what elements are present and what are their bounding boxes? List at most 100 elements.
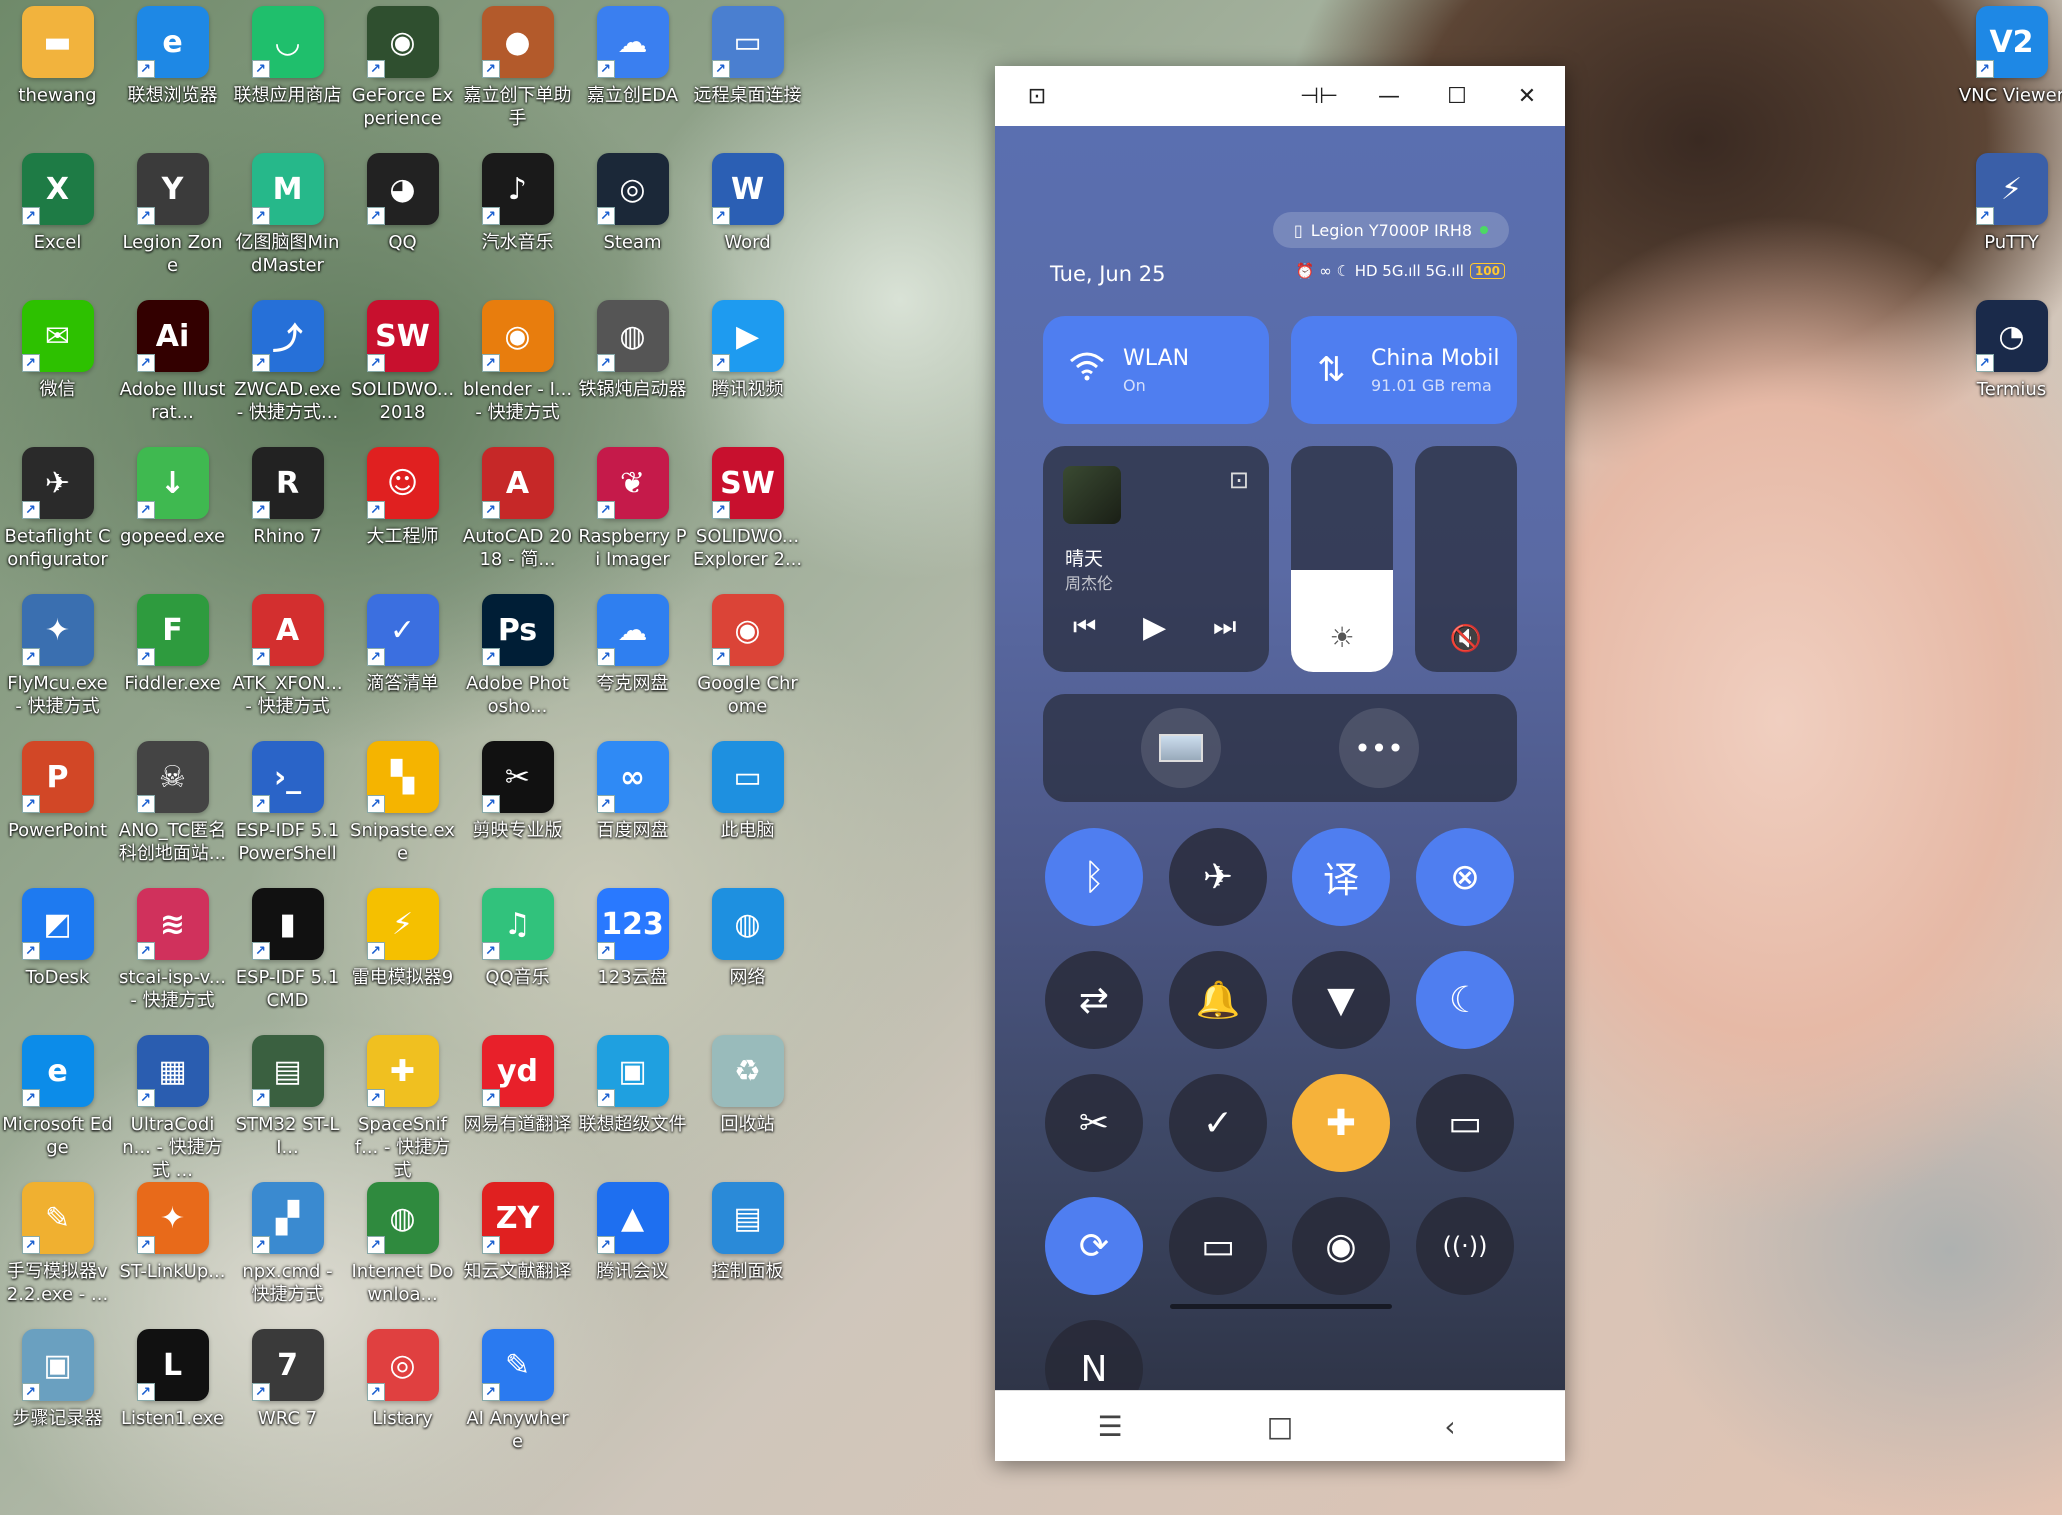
dark-mode-toggle[interactable]: ☾ bbox=[1416, 951, 1514, 1049]
screen-record-toggle[interactable]: ▭ bbox=[1416, 1074, 1514, 1172]
desktop-icon[interactable]: ⚡ ↗ 雷电模拟器9 bbox=[345, 882, 460, 1029]
desktop-icon[interactable]: ✚ ↗ SpaceSniff... - 快捷方式 bbox=[345, 1029, 460, 1181]
desktop-icon[interactable]: ▭ ↗ 远程桌面连接 bbox=[690, 0, 805, 147]
desktop-icon[interactable]: Y ↗ Legion Zone bbox=[115, 147, 230, 294]
desktop-icon[interactable]: ›_ ↗ ESP-IDF 5.1 PowerShell bbox=[230, 735, 345, 882]
desktop-icon[interactable]: ◍ 网络 bbox=[690, 882, 805, 1029]
volume-slider[interactable]: 🔇 bbox=[1415, 446, 1517, 672]
desktop-icon[interactable]: M ↗ 亿图脑图MindMaster bbox=[230, 147, 345, 294]
desktop-icon[interactable]: Ai ↗ Adobe Illustrat... bbox=[115, 294, 230, 441]
desktop-icon[interactable]: ✎ ↗ 手写模拟器v2.2.exe - ... bbox=[0, 1176, 115, 1323]
desktop-icon[interactable]: ▚ ↗ Snipaste.exe bbox=[345, 735, 460, 882]
desktop-icon[interactable]: ⤴ ↗ ZWCAD.exe - 快捷方式... bbox=[230, 294, 345, 441]
desktop-icon[interactable]: ♫ ↗ QQ音乐 bbox=[460, 882, 575, 1029]
desktop-icon[interactable]: ♻ 回收站 bbox=[690, 1029, 805, 1176]
desktop-icon[interactable]: ◉ ↗ GeForce Experience bbox=[345, 0, 460, 147]
desktop-icon[interactable]: ▮ ↗ ESP-IDF 5.1 CMD bbox=[230, 882, 345, 1029]
desktop-icon[interactable]: ☁ ↗ 嘉立创EDA bbox=[575, 0, 690, 147]
brightness-slider[interactable]: ☀ bbox=[1291, 446, 1393, 672]
desktop-icon[interactable]: V2 ↗ VNC Viewer bbox=[1954, 0, 2062, 147]
desktop-icon[interactable]: ▤ 控制面板 bbox=[690, 1176, 805, 1323]
desktop-icon[interactable]: 123 ↗ 123云盘 bbox=[575, 882, 690, 1029]
hotspot-toggle[interactable]: ((·)) bbox=[1416, 1197, 1514, 1295]
desktop-icon[interactable]: ▬ thewang bbox=[0, 0, 115, 147]
desktop-icon[interactable]: ☠ ↗ ANO_TC匿名科创地面站... bbox=[115, 735, 230, 882]
desktop-icon[interactable]: ∞ ↗ 百度网盘 bbox=[575, 735, 690, 882]
desktop-icon[interactable]: ◎ ↗ Listary bbox=[345, 1323, 460, 1470]
desktop-icon[interactable]: ✓ ↗ 滴答清单 bbox=[345, 588, 460, 735]
back-button[interactable]: ‹ bbox=[1420, 1405, 1480, 1447]
desktop-icon[interactable]: ◉ ↗ blender - I... - 快捷方式 bbox=[460, 294, 575, 441]
link-toggle[interactable]: ⊗ bbox=[1416, 828, 1514, 926]
desktop-icon[interactable]: X ↗ Excel bbox=[0, 147, 115, 294]
desktop-icon[interactable]: ☺ ↗ 大工程师 bbox=[345, 441, 460, 588]
desktop-icon[interactable]: A ↗ ATK_XFON... - 快捷方式 bbox=[230, 588, 345, 735]
desktop-icon[interactable]: ◎ ↗ Steam bbox=[575, 147, 690, 294]
desktop-icon[interactable]: Ps ↗ Adobe Photosho... bbox=[460, 588, 575, 735]
desktop-icon[interactable]: F ↗ Fiddler.exe bbox=[115, 588, 230, 735]
home-button[interactable]: □ bbox=[1250, 1405, 1310, 1447]
desktop-icon[interactable]: ▣ ↗ 步骤记录器 bbox=[0, 1323, 115, 1470]
desktop-icon[interactable]: ● ↗ 嘉立创下单助手 bbox=[460, 0, 575, 147]
menu-icon[interactable]: ☰ bbox=[1080, 1405, 1140, 1447]
desktop-icon[interactable]: ✈ ↗ Betaflight Configurator bbox=[0, 441, 115, 588]
desktop-icon[interactable]: ◉ ↗ Google Chrome bbox=[690, 588, 805, 735]
nfc-toggle[interactable]: N bbox=[1045, 1320, 1143, 1391]
cast-toggle[interactable]: ▭ bbox=[1169, 1197, 1267, 1295]
desktop-icon[interactable]: ⚡ ↗ PuTTY bbox=[1954, 147, 2062, 294]
desktop-icon[interactable]: e ↗ 联想浏览器 bbox=[115, 0, 230, 147]
desktop-icon[interactable]: ZY ↗ 知云文献翻译 bbox=[460, 1176, 575, 1323]
desktop-icon[interactable]: ✎ ↗ AI Anywhere bbox=[460, 1323, 575, 1470]
minimize-button[interactable]: — bbox=[1367, 78, 1411, 114]
desktop-icon[interactable]: e ↗ Microsoft Edge bbox=[0, 1029, 115, 1176]
cast-icon[interactable]: ⊡ bbox=[1229, 466, 1249, 494]
desktop-icon[interactable]: ◕ ↗ QQ bbox=[345, 147, 460, 294]
next-icon[interactable]: ⏭ bbox=[1213, 612, 1236, 643]
task-check-toggle[interactable]: ✓ bbox=[1169, 1074, 1267, 1172]
desktop-icon[interactable]: ▶ ↗ 腾讯视频 bbox=[690, 294, 805, 441]
media-tile[interactable]: ⊡ 晴天 周杰伦 ⏮ ▶ ⏭ bbox=[1043, 446, 1269, 672]
desktop-icon[interactable]: ▤ ↗ STM32 ST-LI... bbox=[230, 1029, 345, 1176]
camera-toggle[interactable]: ◉ bbox=[1292, 1197, 1390, 1295]
desktop-icon[interactable]: ◍ ↗ 铁锅炖启动器 bbox=[575, 294, 690, 441]
desktop-icon[interactable]: ▦ ↗ UltraCodin... - 快捷方式 ... bbox=[115, 1029, 230, 1181]
wlan-tile[interactable]: WLAN On bbox=[1043, 316, 1269, 424]
translate-toggle[interactable]: 译 bbox=[1292, 828, 1390, 926]
desktop-icon[interactable]: ◩ ↗ ToDesk bbox=[0, 882, 115, 1029]
text-translate-toggle[interactable]: ⇄ bbox=[1045, 951, 1143, 1049]
bell-toggle[interactable]: 🔔 bbox=[1169, 951, 1267, 1049]
desktop-icon[interactable]: ✉ ↗ 微信 bbox=[0, 294, 115, 441]
desktop-icon[interactable]: ✂ ↗ 剪映专业版 bbox=[460, 735, 575, 882]
desktop-icon[interactable]: ◔ ↗ Termius bbox=[1954, 294, 2062, 441]
battery-saver-toggle[interactable]: ✚ bbox=[1292, 1074, 1390, 1172]
device-badge[interactable]: ▯ Legion Y7000P IRH8 bbox=[1273, 212, 1509, 248]
desktop-icon[interactable]: 7 ↗ WRC 7 bbox=[230, 1323, 345, 1470]
desktop-icon[interactable]: A ↗ AutoCAD 2018 - 简... bbox=[460, 441, 575, 588]
desktop-icon[interactable]: R ↗ Rhino 7 bbox=[230, 441, 345, 588]
desktop-icon[interactable]: ❦ ↗ Raspberry Pi Imager bbox=[575, 441, 690, 588]
previous-icon[interactable]: ⏮ bbox=[1073, 612, 1096, 643]
desktop-icon[interactable]: P ↗ PowerPoint bbox=[0, 735, 115, 882]
desktop-icon[interactable]: ▞ ↗ npx.cmd - 快捷方式 bbox=[230, 1176, 345, 1323]
window-titlebar[interactable]: ⊡ ⊣⊢ — ☐ ✕ bbox=[995, 66, 1565, 126]
desktop-icon[interactable]: ☁ ↗ 夸克网盘 bbox=[575, 588, 690, 735]
pin-button[interactable]: ⊣⊢ bbox=[1297, 78, 1341, 114]
desktop-icon[interactable]: ≋ ↗ stcai-isp-v... - 快捷方式 bbox=[115, 882, 230, 1029]
desktop-icon[interactable]: ◍ ↗ Internet Downloa... bbox=[345, 1176, 460, 1323]
desktop-icon[interactable]: ↓ ↗ gopeed.exe bbox=[115, 441, 230, 588]
laptop-device-button[interactable] bbox=[1141, 708, 1221, 788]
play-icon[interactable]: ▶ bbox=[1143, 610, 1166, 645]
desktop-icon[interactable]: yd ↗ 网易有道翻译 bbox=[460, 1029, 575, 1176]
more-icon[interactable]: ••• bbox=[1339, 708, 1419, 788]
desktop-icon[interactable]: SW ↗ SOLIDWO... Explorer 2... bbox=[690, 441, 805, 588]
desktop-icon[interactable]: ✦ ↗ FlyMcu.exe - 快捷方式 bbox=[0, 588, 115, 735]
desktop-icon[interactable]: ✦ ↗ ST-LinkUp... bbox=[115, 1176, 230, 1323]
maximize-button[interactable]: ☐ bbox=[1435, 78, 1479, 114]
screen-icon[interactable]: ⊡ bbox=[1015, 78, 1059, 114]
desktop-icon[interactable]: SW ↗ SOLIDWO... 2018 bbox=[345, 294, 460, 441]
bluetooth-toggle[interactable]: ᛒ bbox=[1045, 828, 1143, 926]
desktop-icon[interactable]: ▭ 此电脑 bbox=[690, 735, 805, 882]
desktop-icon[interactable]: L ↗ Listen1.exe bbox=[115, 1323, 230, 1470]
rotation-lock-toggle[interactable]: ⟳ bbox=[1045, 1197, 1143, 1295]
close-button[interactable]: ✕ bbox=[1505, 78, 1549, 114]
